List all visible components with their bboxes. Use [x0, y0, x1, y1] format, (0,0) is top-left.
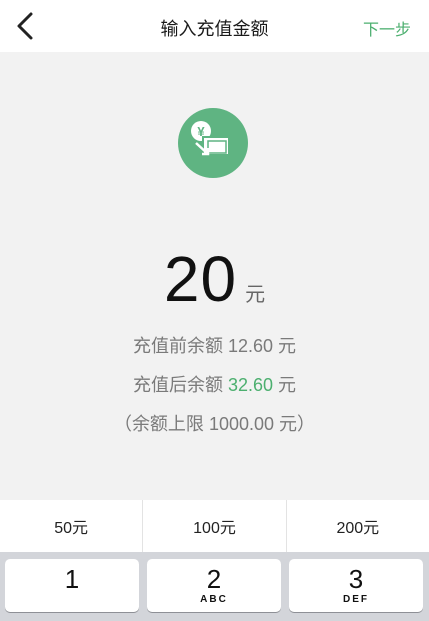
- limit-value: 1000.00: [208, 414, 275, 434]
- recharge-yen-icon: ¥: [178, 108, 248, 178]
- key-digit: 1: [64, 564, 80, 594]
- numeric-keypad: 1 2 ABC 3 DEF: [0, 552, 429, 621]
- balance-before-line: 充值前余额 12.60 元: [0, 332, 429, 358]
- key-letters: DEF: [343, 594, 369, 605]
- balance-before-label: 充值前余额: [132, 336, 223, 356]
- balance-after-value: 32.60: [227, 375, 274, 395]
- nav-bar: 输入充值金额 下一步: [0, 0, 429, 52]
- key-3[interactable]: 3 DEF: [289, 559, 423, 612]
- limit-open-paren: （: [113, 414, 132, 434]
- balance-after-unit: 元: [278, 375, 297, 395]
- limit-label: 余额上限: [131, 414, 204, 434]
- key-2[interactable]: 2 ABC: [147, 559, 281, 612]
- next-step-button[interactable]: 下一步: [363, 16, 411, 40]
- key-letters: ABC: [200, 594, 228, 605]
- amount-display: 20 元: [0, 242, 429, 315]
- quick-amount-50[interactable]: 50元: [0, 500, 144, 552]
- key-1[interactable]: 1: [5, 559, 139, 612]
- quick-amount-100[interactable]: 100元: [143, 500, 287, 552]
- amount-unit: 元: [245, 284, 266, 306]
- quick-amount-bar: 50元 100元 200元: [0, 500, 429, 552]
- key-digit: 3: [348, 564, 364, 594]
- limit-close-paren: ）: [297, 414, 316, 434]
- limit-unit: 元: [279, 414, 298, 434]
- amount-panel: ¥ 20 元 充值前余额 12.60 元 充值后余额 32.60 元 （余额上限 …: [0, 52, 429, 500]
- quick-amount-200[interactable]: 200元: [287, 500, 429, 552]
- balance-limit-line: （余额上限 1000.00 元）: [0, 410, 429, 436]
- key-digit: 2: [206, 564, 222, 594]
- amount-value: 20: [163, 243, 238, 315]
- balance-after-line: 充值后余额 32.60 元: [0, 371, 429, 397]
- balance-after-label: 充值后余额: [132, 375, 223, 395]
- balance-before-unit: 元: [278, 336, 297, 356]
- balance-before-value: 12.60: [227, 336, 274, 356]
